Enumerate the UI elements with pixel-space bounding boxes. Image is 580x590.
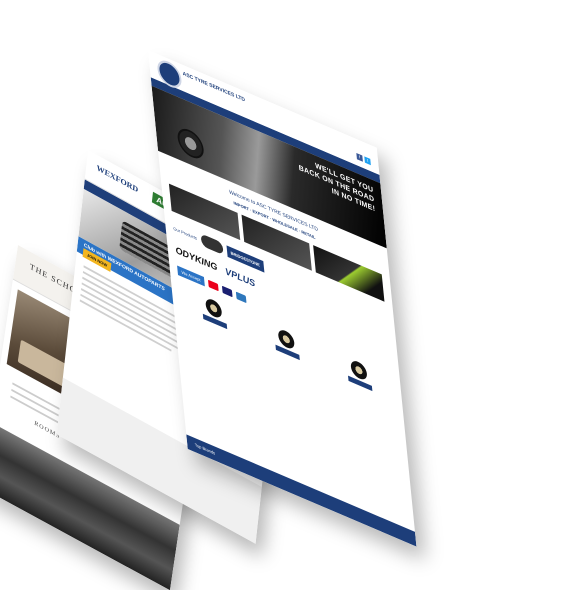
visa-icon: [221, 285, 233, 298]
amex-icon: [235, 291, 247, 304]
featured-label: Our Products: [173, 225, 198, 241]
portfolio-collage: THE SCHOONER HOTEL ROOMS WEXFORD Autopar…: [0, 0, 580, 590]
mastercard-icon: [208, 279, 219, 292]
car-wheel-icon: [176, 124, 205, 163]
facebook-icon[interactable]: f: [356, 152, 363, 162]
twitter-icon[interactable]: t: [364, 156, 371, 166]
social-links: f t: [356, 152, 371, 166]
